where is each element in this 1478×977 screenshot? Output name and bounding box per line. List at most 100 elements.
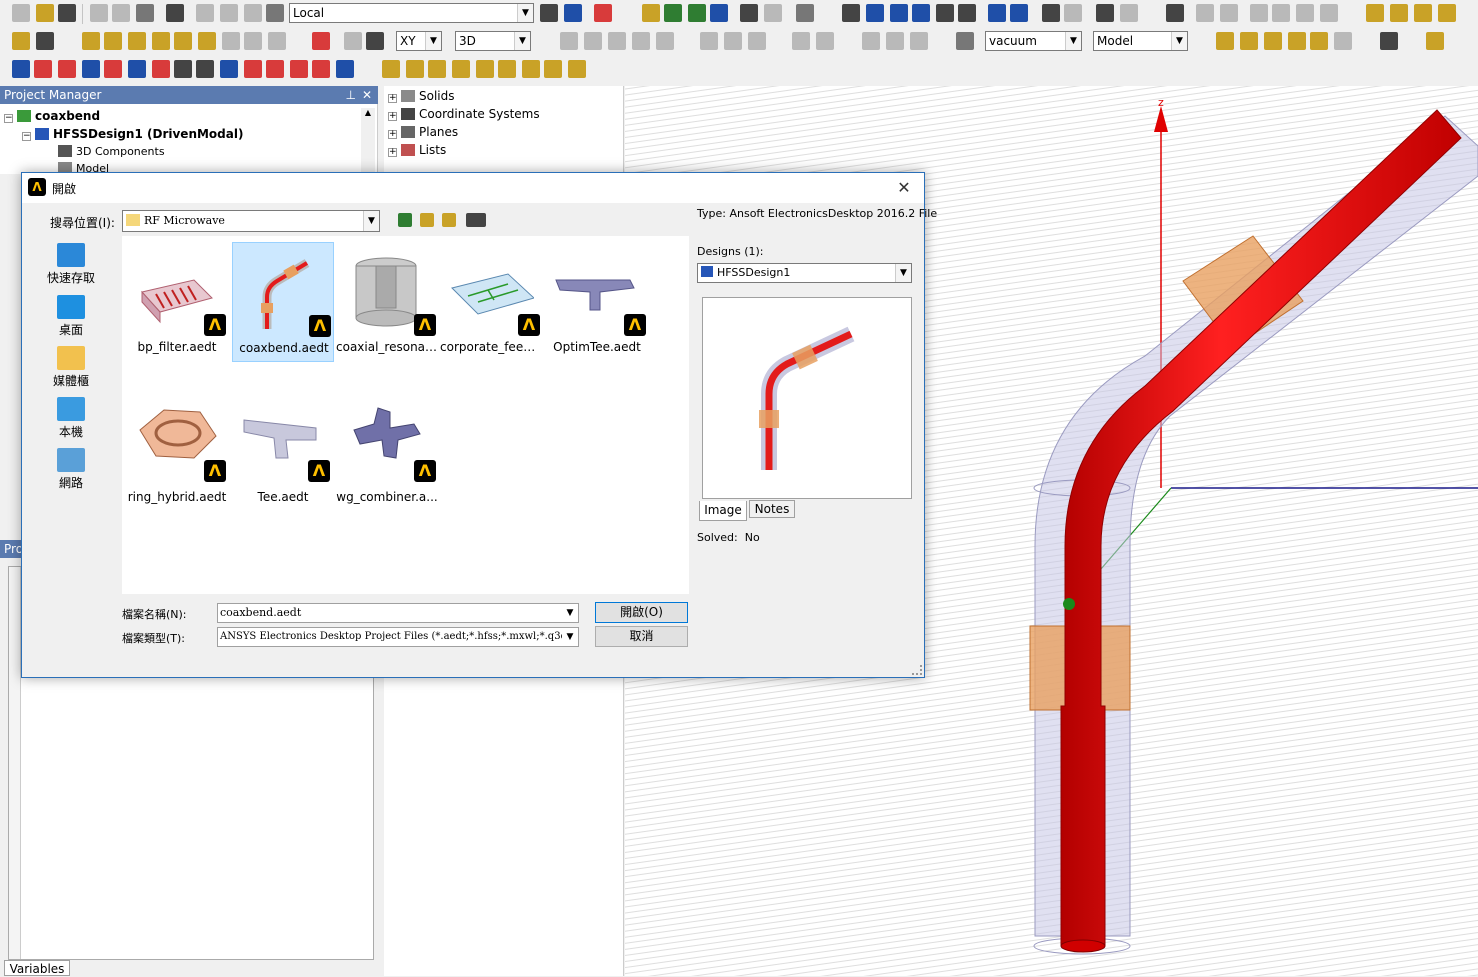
toolbar-icon-b[interactable] bbox=[564, 4, 582, 22]
file-item-coaxial-resonator[interactable]: Λ coaxial_resonat... bbox=[336, 242, 438, 362]
toolbar-icon-i[interactable] bbox=[1250, 4, 1268, 22]
tree-row-coordinate-systems[interactable]: + Coordinate Systems bbox=[388, 106, 540, 122]
draw-torus-icon[interactable] bbox=[198, 32, 216, 50]
place-this-pc[interactable]: 本機 bbox=[38, 397, 104, 440]
tree-row-lists[interactable]: + Lists bbox=[388, 142, 446, 158]
look-in-select[interactable]: RF Microwave ▼ bbox=[122, 210, 380, 232]
toolbar-icon-c[interactable] bbox=[594, 4, 612, 22]
draw-point-icon[interactable] bbox=[344, 32, 362, 50]
mechanical-icon[interactable] bbox=[196, 60, 214, 78]
draw-sphere-icon[interactable] bbox=[174, 32, 192, 50]
toolbar-icon-n[interactable] bbox=[1390, 4, 1408, 22]
delete-icon[interactable] bbox=[196, 4, 214, 22]
pan-icon[interactable] bbox=[842, 4, 860, 22]
rmxprt-icon[interactable] bbox=[104, 60, 122, 78]
tab-variables[interactable]: Variables bbox=[4, 960, 70, 976]
place-quick-access[interactable]: 快速存取 bbox=[38, 243, 104, 286]
cancel-button[interactable]: 取消 bbox=[595, 626, 688, 647]
toolbar-icon-p[interactable] bbox=[1438, 4, 1456, 22]
split-icon[interactable] bbox=[632, 32, 650, 50]
file-item-optimtee[interactable]: Λ OptimTee.aedt bbox=[546, 242, 648, 362]
rotate-object-icon[interactable] bbox=[724, 32, 742, 50]
view-menu-icon[interactable] bbox=[466, 213, 486, 227]
toolbar-icon-l[interactable] bbox=[1320, 4, 1338, 22]
plane-select[interactable]: XY ▼ bbox=[396, 31, 442, 51]
duplicate-mirror-icon[interactable] bbox=[910, 32, 928, 50]
toolbar-icon-a[interactable] bbox=[540, 4, 558, 22]
toolbar-icon-x[interactable] bbox=[498, 60, 516, 78]
toolbar-icon-t[interactable] bbox=[406, 60, 424, 78]
results-icon[interactable] bbox=[688, 4, 706, 22]
collapse-icon[interactable]: − bbox=[22, 132, 31, 141]
new-folder-icon[interactable] bbox=[442, 213, 456, 227]
context-help-icon[interactable] bbox=[36, 32, 54, 50]
draw-helix-icon[interactable] bbox=[222, 32, 240, 50]
imprint-icon[interactable] bbox=[656, 32, 674, 50]
grid-icon[interactable] bbox=[1380, 32, 1398, 50]
toolbar-icon-e[interactable] bbox=[1096, 4, 1114, 22]
expand-icon[interactable]: + bbox=[388, 130, 397, 139]
toolbar-icon-g[interactable] bbox=[1196, 4, 1214, 22]
copy-icon[interactable] bbox=[112, 4, 130, 22]
brush-icon[interactable] bbox=[266, 4, 284, 22]
icepak-icon[interactable] bbox=[290, 60, 308, 78]
toolbar-icon-u[interactable] bbox=[428, 60, 446, 78]
collapse-icon[interactable]: − bbox=[4, 114, 13, 123]
draw-bondwire-icon[interactable] bbox=[268, 32, 286, 50]
tree-row-project[interactable]: − coaxbend bbox=[4, 108, 100, 124]
file-item-bp-filter[interactable]: Λ bp_filter.aedt bbox=[126, 242, 228, 362]
snap-grid-icon[interactable] bbox=[1216, 32, 1234, 50]
dialog-close-icon[interactable]: ✕ bbox=[894, 178, 914, 197]
snap-arc-center-icon[interactable] bbox=[1334, 32, 1352, 50]
analyze-icon[interactable] bbox=[664, 4, 682, 22]
snap-quadrant-icon[interactable] bbox=[1310, 32, 1328, 50]
draw-prism-icon[interactable] bbox=[128, 32, 146, 50]
zoom-icon[interactable] bbox=[936, 4, 954, 22]
place-network[interactable]: 網路 bbox=[38, 448, 104, 491]
hfss-ie-icon[interactable] bbox=[34, 60, 52, 78]
hfss3d-layout-icon[interactable] bbox=[244, 60, 262, 78]
help-icon[interactable] bbox=[12, 32, 30, 50]
hfss-icon[interactable] bbox=[12, 60, 30, 78]
tree-row-planes[interactable]: + Planes bbox=[388, 124, 458, 140]
expand-icon[interactable]: + bbox=[388, 94, 397, 103]
file-item-ring-hybrid[interactable]: Λ ring_hybrid.aedt bbox=[126, 392, 228, 512]
visibility-icon[interactable] bbox=[1166, 4, 1184, 22]
move-icon[interactable] bbox=[700, 32, 718, 50]
tree-row-design[interactable]: − HFSSDesign1 (DrivenModal) bbox=[22, 126, 243, 142]
draw-cone-icon[interactable] bbox=[152, 32, 170, 50]
open-button[interactable]: 開啟(O) bbox=[595, 602, 688, 623]
expand-icon[interactable]: + bbox=[388, 112, 397, 121]
new-file-icon[interactable] bbox=[12, 4, 30, 22]
up-folder-icon[interactable] bbox=[420, 213, 434, 227]
open-folder-icon[interactable] bbox=[36, 4, 54, 22]
sweep-icon[interactable] bbox=[792, 32, 810, 50]
zoom-in-icon[interactable] bbox=[958, 4, 976, 22]
toolbar-icon-h[interactable] bbox=[1220, 4, 1238, 22]
tree-row-solids[interactable]: + Solids bbox=[388, 88, 455, 104]
intersect-icon[interactable] bbox=[608, 32, 626, 50]
q3d-icon[interactable] bbox=[58, 60, 76, 78]
draw-plane-icon[interactable] bbox=[366, 32, 384, 50]
unite-icon[interactable] bbox=[560, 32, 578, 50]
layer-select[interactable]: Model ▼ bbox=[1093, 31, 1188, 51]
emit-icon[interactable] bbox=[174, 60, 192, 78]
mirror-icon[interactable] bbox=[748, 32, 766, 50]
draw-region-icon[interactable] bbox=[312, 32, 330, 50]
snap-vertex-icon[interactable] bbox=[1240, 32, 1258, 50]
report-icon[interactable] bbox=[710, 4, 728, 22]
toolbar-icon-k[interactable] bbox=[1296, 4, 1314, 22]
paste-icon[interactable] bbox=[136, 4, 154, 22]
toolbar-icon-z[interactable] bbox=[544, 60, 562, 78]
print-icon[interactable] bbox=[166, 4, 184, 22]
toolbar-icon-j[interactable] bbox=[1272, 4, 1290, 22]
place-libraries[interactable]: 媒體櫃 bbox=[38, 346, 104, 389]
draw-spiral-icon[interactable] bbox=[244, 32, 262, 50]
toolbar-icon-s[interactable] bbox=[382, 60, 400, 78]
file-item-coaxbend[interactable]: Λ coaxbend.aedt bbox=[232, 242, 334, 362]
toolbar-icon-y[interactable] bbox=[522, 60, 540, 78]
zoom-area-icon[interactable] bbox=[1042, 4, 1060, 22]
file-item-tee[interactable]: Λ Tee.aedt bbox=[232, 392, 334, 512]
duplicate-icon[interactable] bbox=[862, 32, 880, 50]
cut-icon[interactable] bbox=[90, 4, 108, 22]
